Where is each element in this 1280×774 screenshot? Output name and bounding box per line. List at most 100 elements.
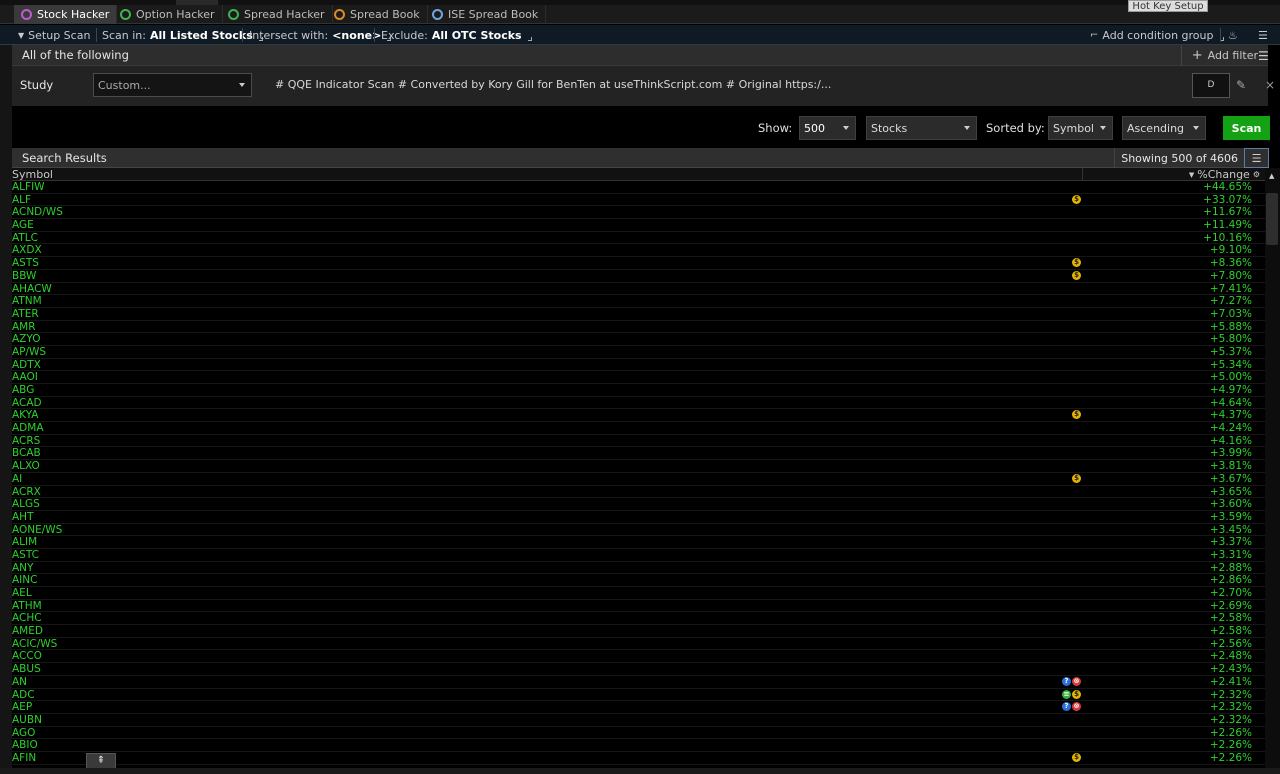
sentiment-icon[interactable]: ≡ <box>1062 689 1071 699</box>
row-symbol[interactable]: AGE <box>12 219 34 231</box>
gear-icon[interactable]: ⚙ <box>1253 170 1260 179</box>
table-row[interactable]: AAOI +5.00% <box>12 371 1265 384</box>
table-row[interactable]: ADMA +4.24% <box>12 422 1265 435</box>
sort-field-select[interactable]: Symbol <box>1048 116 1113 140</box>
row-symbol[interactable]: ATLC <box>12 232 38 244</box>
row-symbol[interactable]: ALFIW <box>12 181 45 193</box>
table-row[interactable]: ALGS +3.60% <box>12 498 1265 511</box>
row-symbol[interactable]: ACAD <box>12 397 42 409</box>
news-icon[interactable]: ? <box>1062 676 1071 686</box>
collapse-up-icon[interactable]: ⇞ <box>86 753 116 769</box>
dividend-icon[interactable]: ⊗ <box>1072 702 1081 712</box>
table-row[interactable]: ALFIW +44.65% <box>12 181 1265 194</box>
row-symbol[interactable]: AAOI <box>12 371 38 383</box>
table-row[interactable]: ATNM +7.27% <box>12 295 1265 308</box>
row-symbol[interactable]: ADMA <box>12 422 44 434</box>
table-row[interactable]: AFIN $ +2.26% <box>12 752 1265 765</box>
earnings-icon[interactable]: $ <box>1072 410 1081 420</box>
table-row[interactable]: AEP? ⊗ +2.32% <box>12 701 1265 714</box>
news-icon[interactable]: ? <box>1062 702 1071 712</box>
row-symbol[interactable]: AHT <box>12 511 34 523</box>
row-symbol[interactable]: ASTS <box>12 257 39 269</box>
table-row[interactable]: ATER +7.03% <box>12 308 1265 321</box>
column-header-change[interactable]: ▼ %Change ⚙ <box>1189 168 1260 181</box>
table-row[interactable]: AHT +3.59% <box>12 511 1265 524</box>
row-symbol[interactable]: ACND/WS <box>12 206 63 218</box>
table-row[interactable]: ATHM +2.69% <box>12 600 1265 613</box>
row-symbol[interactable]: AI <box>12 473 22 485</box>
row-symbol[interactable]: AHACW <box>12 283 52 295</box>
row-symbol[interactable]: AKYA <box>12 409 38 421</box>
row-symbol[interactable]: ADC <box>12 689 35 701</box>
table-row[interactable]: ADC ≡ $ +2.32% <box>12 689 1265 702</box>
table-row[interactable]: AKYA $ +4.37% <box>12 409 1265 423</box>
table-row[interactable]: AMED +2.58% <box>12 625 1265 638</box>
table-row[interactable]: AP/WS +5.37% <box>12 346 1265 359</box>
row-symbol[interactable]: ALIM <box>12 536 37 548</box>
row-symbol[interactable]: ATNM <box>12 295 42 307</box>
earnings-icon[interactable]: $ <box>1072 194 1081 204</box>
row-symbol[interactable]: ALF <box>12 194 31 206</box>
table-row[interactable]: ACHC +2.58% <box>12 612 1265 626</box>
table-row[interactable]: AONE/WS +3.45% <box>12 524 1265 537</box>
table-row[interactable]: ABUS +2.43% <box>12 663 1265 676</box>
row-symbol[interactable]: ANY <box>12 562 33 574</box>
table-row[interactable]: AI $ +3.67% <box>12 473 1265 486</box>
study-select[interactable]: Custom... <box>93 73 252 97</box>
menu-icon[interactable]: ☰ <box>1258 25 1268 45</box>
row-symbol[interactable]: ACCO <box>12 650 42 662</box>
table-row[interactable]: ASTS $ +8.36% <box>12 257 1265 270</box>
table-row[interactable]: ALF $ +33.07% <box>12 194 1265 207</box>
pencil-icon[interactable]: ✎ <box>1236 78 1246 92</box>
row-symbol[interactable]: AZYO <box>12 333 40 345</box>
row-symbol[interactable]: ACRX <box>12 486 41 498</box>
study-formula[interactable]: # QQE Indicator Scan # Converted by Kory… <box>275 78 831 91</box>
table-row[interactable]: BCAB +3.99% <box>12 447 1265 461</box>
filter-menu-icon[interactable]: ☰ <box>1258 49 1269 63</box>
table-row[interactable]: ABG +4.97% <box>12 384 1265 397</box>
table-row[interactable]: BBW $ +7.80% <box>12 270 1265 283</box>
table-row[interactable]: ACAD +4.64% <box>12 397 1265 410</box>
table-row[interactable]: AXDX +9.10% <box>12 244 1265 258</box>
row-symbol[interactable]: AONE/WS <box>12 524 62 536</box>
results-menu-icon[interactable]: ☰ <box>1244 148 1269 168</box>
column-header-symbol[interactable]: Symbol <box>12 168 53 181</box>
show-count-select[interactable]: 500 <box>799 116 856 140</box>
aggregation-button[interactable]: D <box>1192 73 1230 98</box>
row-symbol[interactable]: ACHC <box>12 612 42 624</box>
table-row[interactable]: ANY +2.88% <box>12 562 1265 575</box>
scroll-up-icon[interactable]: ▲ <box>1269 172 1274 180</box>
table-row[interactable]: ACND/WS +11.67% <box>12 206 1265 220</box>
row-symbol[interactable]: AEP <box>12 701 32 713</box>
row-symbol[interactable]: ACIC/WS <box>12 638 57 650</box>
earnings-icon[interactable]: $ <box>1072 258 1081 268</box>
row-symbol[interactable]: ABG <box>12 384 34 396</box>
scan-in-selector[interactable]: Scan in: All Listed Stocks <box>102 25 263 45</box>
add-condition-group-button[interactable]: ⌐ Add condition group <box>1090 25 1224 45</box>
table-row[interactable]: ACIC/WS +2.56% <box>12 638 1265 651</box>
row-symbol[interactable]: ALGS <box>12 498 40 510</box>
table-row[interactable]: ALIM +3.37% <box>12 536 1265 549</box>
table-row[interactable]: ATLC +10.16% <box>12 232 1265 245</box>
table-row[interactable]: AHACW +7.41% <box>12 283 1265 296</box>
table-row[interactable]: ACRX +3.65% <box>12 486 1265 499</box>
intersect-selector[interactable]: Intersect with: <none> <box>249 25 392 45</box>
earnings-icon[interactable]: $ <box>1072 473 1081 483</box>
table-row[interactable]: ACCO +2.48% <box>12 650 1265 664</box>
row-symbol[interactable]: ATER <box>12 308 39 320</box>
add-filter-button[interactable]: + Add filter <box>1180 45 1258 66</box>
setup-scan-button[interactable]: ▼ Setup Scan <box>18 25 90 45</box>
row-symbol[interactable]: AINC <box>12 574 37 586</box>
tab-spread-hacker[interactable]: Spread Hacker <box>221 5 333 24</box>
row-symbol[interactable]: ASTC <box>12 549 39 561</box>
row-symbol[interactable]: AN <box>12 676 27 688</box>
table-row[interactable]: AUBN +2.32% <box>12 714 1265 727</box>
tab-option-hacker[interactable]: Option Hacker <box>113 5 223 24</box>
row-symbol[interactable]: AFIN <box>12 752 36 764</box>
row-symbol[interactable]: ACRS <box>12 435 40 447</box>
row-symbol[interactable]: ADTX <box>12 359 41 371</box>
row-symbol[interactable]: ATHM <box>12 600 42 612</box>
security-type-select[interactable]: Stocks <box>866 116 977 140</box>
vertical-scrollbar[interactable] <box>1265 168 1280 774</box>
table-row[interactable]: ASTC +3.31% <box>12 549 1265 562</box>
